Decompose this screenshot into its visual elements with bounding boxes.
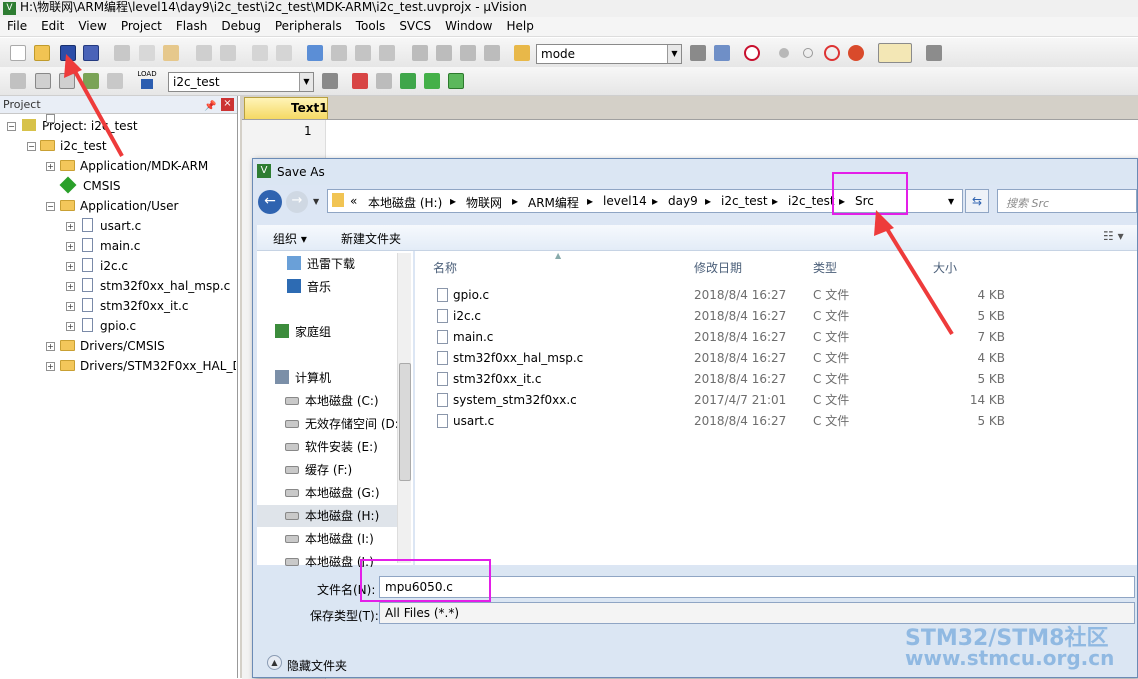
annotation-arrows bbox=[64, 54, 954, 336]
arrow-to-src bbox=[882, 222, 954, 336]
arrow-to-save-icon bbox=[70, 65, 124, 157]
watermark-line2: www.stmcu.org.cn bbox=[905, 646, 1115, 670]
arrowhead-icon bbox=[64, 54, 82, 78]
